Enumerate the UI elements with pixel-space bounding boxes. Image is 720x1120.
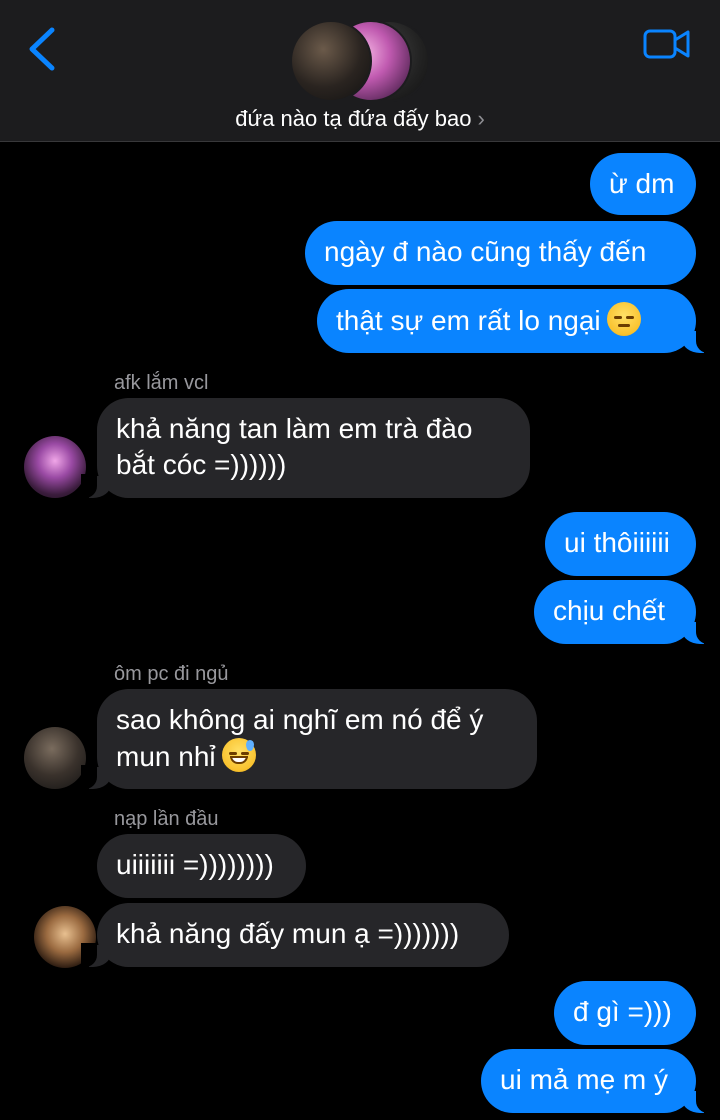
- message-text: ngày đ nào cũng thấy đến: [324, 236, 647, 267]
- group-avatar: [290, 20, 372, 102]
- message-text-line: khả năng tan làm em trà đào: [116, 413, 473, 444]
- message-text: đ gì =))): [573, 996, 672, 1027]
- video-camera-icon: [643, 29, 690, 59]
- message-bubble-outgoing[interactable]: thật sự em rất lo ngại: [317, 289, 712, 353]
- message-text-line: bắt cóc =)))))): [116, 449, 287, 480]
- message-bubble-incoming[interactable]: khả năng đấy mun ạ =))))))): [81, 903, 509, 967]
- back-button[interactable]: [22, 24, 66, 74]
- avatar[interactable]: [24, 727, 86, 789]
- message-bubble-outgoing[interactable]: đ gì =))): [554, 981, 696, 1045]
- message-text-line: sao không ai nghĩ em nó để ý: [116, 704, 484, 735]
- chevron-right-icon: ›: [477, 106, 485, 131]
- sender-name: afk lắm vcl: [114, 372, 209, 394]
- chevron-left-icon: [29, 27, 55, 71]
- video-call-button[interactable]: [642, 26, 692, 62]
- message-bubble-outgoing[interactable]: ui thôiiiiii: [545, 512, 696, 576]
- message-text: khả năng đấy mun ạ =))))))): [116, 918, 460, 949]
- message-text-line: mun nhỉ: [116, 741, 216, 772]
- message-bubble-incoming[interactable]: khả năng tan làm em trà đào bắt cóc =)))…: [81, 398, 530, 498]
- pensive-face-icon: [606, 302, 641, 336]
- avatar[interactable]: [24, 436, 86, 498]
- grinning-sweat-face-icon: [221, 738, 256, 772]
- sender-name: nạp lần đầu: [114, 808, 219, 830]
- message-bubble-incoming[interactable]: uiiiiiii =)))))))): [97, 834, 306, 898]
- message-text: thật sự em rất lo ngại: [336, 305, 601, 336]
- message-bubble-outgoing[interactable]: chịu chết: [534, 580, 712, 644]
- message-bubble-outgoing[interactable]: ừ dm: [590, 153, 696, 215]
- message-text: ừ dm: [609, 168, 675, 199]
- message-bubble-outgoing[interactable]: ngày đ nào cũng thấy đến: [305, 221, 696, 285]
- group-avatar-stack[interactable]: [290, 20, 430, 102]
- group-name: đứa nào tạ đứa đấy bao: [235, 106, 472, 131]
- message-text: uiiiiiii =)))))))): [116, 849, 274, 880]
- message-text: chịu chết: [553, 595, 666, 626]
- message-text: ui thôiiiiii: [564, 527, 670, 558]
- message-text: ui mả mẹ m ý: [500, 1064, 669, 1095]
- group-name-button[interactable]: đứa nào tạ đứa đấy bao ›: [0, 106, 720, 132]
- chat-header: đứa nào tạ đứa đấy bao ›: [0, 0, 720, 142]
- sender-name: ôm pc đi ngủ: [114, 663, 229, 685]
- message-bubble-outgoing[interactable]: ui mả mẹ m ý: [481, 1049, 712, 1113]
- message-bubble-incoming[interactable]: sao không ai nghĩ em nó để ý mun nhỉ: [81, 689, 537, 789]
